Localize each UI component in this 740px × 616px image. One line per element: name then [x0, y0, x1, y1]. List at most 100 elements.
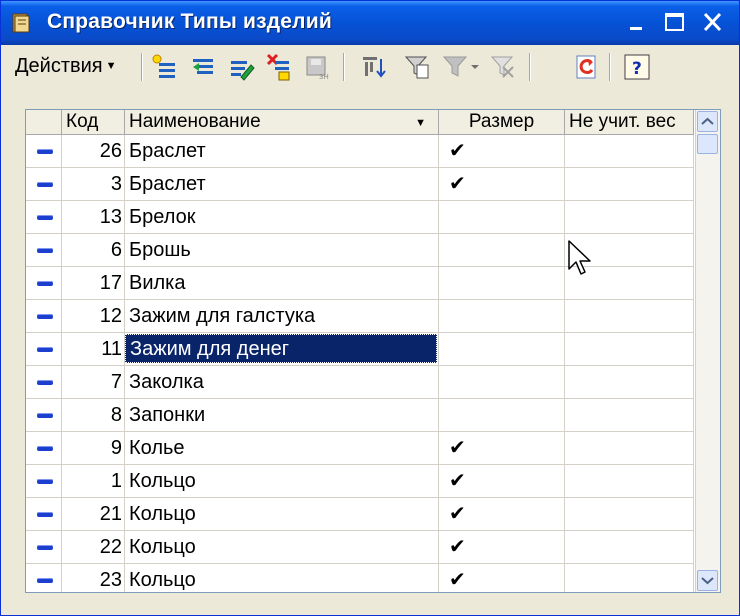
size-cell[interactable]: ✔: [439, 135, 565, 167]
code-cell[interactable]: 17: [62, 267, 125, 299]
code-cell[interactable]: 13: [62, 201, 125, 233]
table-row[interactable]: 21 Кольцо ✔: [26, 498, 694, 531]
table-row[interactable]: 12 Зажим для галстука: [26, 300, 694, 333]
code-cell[interactable]: 6: [62, 234, 125, 266]
table-row[interactable]: 26 Браслет ✔: [26, 135, 694, 168]
table-row[interactable]: 23 Кольцо ✔: [26, 564, 694, 592]
edit-item-icon[interactable]: [227, 53, 255, 81]
header-name[interactable]: Наименование ▼: [125, 110, 439, 134]
name-cell[interactable]: Кольцо: [125, 465, 439, 497]
add-item-icon[interactable]: [151, 53, 179, 81]
header-icon-column[interactable]: [26, 110, 62, 134]
table-row[interactable]: 22 Кольцо ✔: [26, 531, 694, 564]
size-cell[interactable]: ✔: [439, 465, 565, 497]
weight-cell[interactable]: [565, 135, 694, 167]
code-cell[interactable]: 12: [62, 300, 125, 332]
code-cell[interactable]: 21: [62, 498, 125, 530]
actions-menu-button[interactable]: Действия ▼: [15, 55, 117, 78]
table-row[interactable]: 8 Запонки: [26, 399, 694, 432]
name-cell[interactable]: Запонки: [125, 399, 439, 431]
name-cell[interactable]: Колье: [125, 432, 439, 464]
code-cell[interactable]: 9: [62, 432, 125, 464]
table-row[interactable]: 13 Брелок: [26, 201, 694, 234]
items-table[interactable]: Код Наименование ▼ Размер Не учит. вес 2…: [25, 109, 721, 593]
name-cell[interactable]: Брошь: [125, 234, 439, 266]
code-cell[interactable]: 22: [62, 531, 125, 563]
size-cell[interactable]: [439, 300, 565, 332]
size-cell[interactable]: [439, 267, 565, 299]
header-code[interactable]: Код: [62, 110, 125, 134]
table-row[interactable]: 3 Браслет ✔: [26, 168, 694, 201]
weight-cell[interactable]: [565, 399, 694, 431]
table-row[interactable]: 17 Вилка: [26, 267, 694, 300]
filter-settings-icon[interactable]: [403, 53, 431, 81]
table-row[interactable]: 6 Брошь: [26, 234, 694, 267]
size-cell[interactable]: ✔: [439, 564, 565, 592]
weight-cell[interactable]: [565, 366, 694, 398]
weight-cell[interactable]: [565, 498, 694, 530]
name-cell[interactable]: Зажим для галстука: [125, 300, 439, 332]
filter-history-icon[interactable]: [441, 53, 481, 81]
table-row[interactable]: 1 Кольцо ✔: [26, 465, 694, 498]
size-cell[interactable]: [439, 333, 565, 365]
size-cell[interactable]: ✔: [439, 432, 565, 464]
code-cell[interactable]: 1: [62, 465, 125, 497]
name-cell[interactable]: Кольцо: [125, 564, 439, 592]
name-cell[interactable]: Вилка: [125, 267, 439, 299]
checkmark-icon: ✔: [449, 569, 466, 591]
code-cell[interactable]: 7: [62, 366, 125, 398]
disable-filter-icon[interactable]: [489, 53, 517, 81]
item-row-icon: [37, 545, 53, 550]
scroll-up-button[interactable]: [697, 111, 718, 132]
weight-cell[interactable]: [565, 564, 694, 592]
chevron-down-icon: [701, 577, 714, 585]
filter-by-value-icon[interactable]: [361, 53, 389, 81]
scroll-thumb[interactable]: [697, 134, 718, 154]
code-cell[interactable]: 26: [62, 135, 125, 167]
size-cell[interactable]: ✔: [439, 498, 565, 530]
name-cell[interactable]: Заколка: [125, 366, 439, 398]
weight-cell[interactable]: [565, 201, 694, 233]
scroll-down-button[interactable]: [697, 570, 718, 591]
table-row[interactable]: 7 Заколка: [26, 366, 694, 399]
weight-cell[interactable]: [565, 300, 694, 332]
name-cell[interactable]: Браслет: [125, 135, 439, 167]
close-icon[interactable]: [699, 10, 727, 36]
table-row[interactable]: 9 Колье ✔: [26, 432, 694, 465]
weight-cell[interactable]: [565, 333, 694, 365]
code-cell[interactable]: 11: [62, 333, 125, 365]
size-cell[interactable]: [439, 366, 565, 398]
code-cell[interactable]: 3: [62, 168, 125, 200]
delete-mark-icon[interactable]: [265, 53, 293, 81]
title-bar[interactable]: Справочник Типы изделий: [1, 1, 739, 45]
help-icon[interactable]: ?: [623, 53, 651, 81]
size-cell[interactable]: [439, 234, 565, 266]
size-cell[interactable]: ✔: [439, 168, 565, 200]
code-cell[interactable]: 23: [62, 564, 125, 592]
minimize-icon[interactable]: [623, 10, 651, 36]
name-cell-selected[interactable]: Зажим для денег: [125, 333, 439, 365]
header-weight[interactable]: Не учит. вес: [565, 110, 694, 134]
size-cell[interactable]: ✔: [439, 531, 565, 563]
size-cell[interactable]: [439, 201, 565, 233]
header-name-label: Наименование: [129, 111, 261, 132]
weight-cell[interactable]: [565, 531, 694, 563]
maximize-icon[interactable]: [661, 10, 689, 36]
refresh-icon[interactable]: [573, 53, 601, 81]
weight-cell[interactable]: [565, 168, 694, 200]
weight-cell[interactable]: [565, 432, 694, 464]
name-cell[interactable]: Кольцо: [125, 531, 439, 563]
code-cell[interactable]: 8: [62, 399, 125, 431]
dropdown-arrow-icon: ▼: [105, 60, 117, 72]
table-row[interactable]: 11 Зажим для денег: [26, 333, 694, 366]
header-size[interactable]: Размер: [439, 110, 565, 134]
weight-cell[interactable]: [565, 465, 694, 497]
name-cell[interactable]: Брелок: [125, 201, 439, 233]
name-cell[interactable]: Кольцо: [125, 498, 439, 530]
item-row-icon: [37, 479, 53, 484]
name-cell[interactable]: Браслет: [125, 168, 439, 200]
post-document-icon[interactable]: ЗН: [303, 53, 331, 81]
add-group-icon[interactable]: [189, 53, 217, 81]
size-cell[interactable]: [439, 399, 565, 431]
vertical-scrollbar[interactable]: [695, 110, 720, 592]
